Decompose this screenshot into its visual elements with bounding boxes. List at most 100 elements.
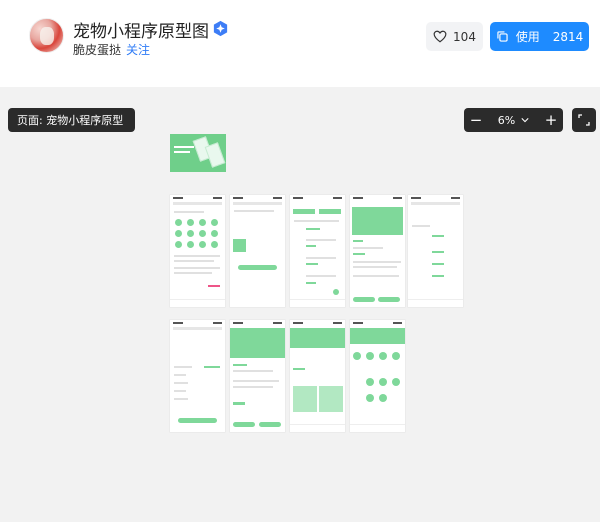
prototype-screen-services[interactable] <box>350 320 405 432</box>
header-block <box>350 328 405 344</box>
heart-icon <box>433 30 447 43</box>
tab-bar <box>290 299 345 307</box>
service-icon <box>366 352 374 360</box>
prototype-screen-mall[interactable] <box>290 320 345 432</box>
service-icon <box>379 352 387 360</box>
status-bar <box>230 195 285 200</box>
cover-text-line <box>174 151 190 153</box>
service-icon <box>353 352 361 360</box>
text-line <box>174 382 188 384</box>
text-line <box>233 370 273 372</box>
author-name[interactable]: 脆皮蛋挞 <box>73 41 121 58</box>
prototype-screen-list[interactable] <box>290 195 345 307</box>
fullscreen-button[interactable] <box>572 108 596 132</box>
status-bar <box>170 320 225 325</box>
green-line <box>353 240 363 242</box>
banner-image <box>352 207 403 235</box>
service-icon <box>392 352 400 360</box>
category-icon <box>175 241 182 248</box>
tab-bar <box>408 299 463 307</box>
text-line <box>174 272 212 274</box>
product-card <box>319 386 343 412</box>
prototype-screen-upload[interactable] <box>230 195 285 307</box>
filter-tab <box>293 209 315 214</box>
zoom-out-button[interactable]: − <box>464 108 488 132</box>
text-line <box>306 275 336 277</box>
primary-button <box>353 297 375 302</box>
product-card <box>293 386 317 412</box>
category-icon <box>187 219 194 226</box>
page-selector[interactable]: 页面: 宠物小程序原型 <box>8 108 135 132</box>
prototype-screen-detail[interactable] <box>350 195 405 307</box>
category-icon <box>175 230 182 237</box>
fullscreen-icon <box>578 114 590 126</box>
text-line <box>233 380 279 382</box>
text-line <box>353 261 401 263</box>
green-line <box>204 366 220 368</box>
green-line <box>432 263 444 265</box>
primary-button <box>233 422 255 427</box>
page-title: 宠物小程序原型图 <box>73 22 209 42</box>
use-button[interactable]: 使用 2814 <box>490 22 589 51</box>
green-line <box>306 282 316 284</box>
tab-bar <box>170 299 225 307</box>
service-icon <box>379 394 387 402</box>
text-line <box>174 211 204 213</box>
nav-bar <box>173 327 222 330</box>
status-bar <box>290 195 345 200</box>
service-icon <box>366 378 374 386</box>
text-line <box>353 275 399 277</box>
text-line <box>306 257 336 259</box>
category-icon <box>187 241 194 248</box>
follow-link[interactable]: 关注 <box>126 41 150 58</box>
filter-tab <box>319 209 341 214</box>
prototype-screen-profile[interactable] <box>170 320 225 432</box>
prototype-screen-shop[interactable] <box>230 320 285 432</box>
cover-thumbnail[interactable] <box>170 134 226 172</box>
nav-bar <box>173 202 222 205</box>
text-line <box>294 220 339 222</box>
zoom-in-button[interactable]: + <box>539 108 563 132</box>
service-icon <box>379 378 387 386</box>
status-bar <box>230 320 285 325</box>
like-button[interactable]: 104 <box>426 22 483 51</box>
category-icon <box>175 219 182 226</box>
use-count: 2814 <box>552 29 584 44</box>
text-line <box>174 374 186 376</box>
text-line <box>174 255 220 257</box>
service-icon <box>366 394 374 402</box>
category-icon <box>199 241 206 248</box>
text-line <box>174 398 188 400</box>
green-line <box>306 263 318 265</box>
green-line <box>432 235 444 237</box>
status-bar <box>170 195 225 200</box>
copy-icon <box>497 31 508 42</box>
green-line <box>432 275 444 277</box>
category-icon <box>199 230 206 237</box>
image-placeholder <box>233 239 246 252</box>
like-count: 104 <box>453 29 476 44</box>
zoom-value: 6% <box>497 113 516 127</box>
chevron-down-icon <box>521 118 529 123</box>
verified-badge-icon <box>213 20 228 37</box>
text-line <box>306 239 336 241</box>
status-bar <box>350 320 405 325</box>
text-line <box>353 247 383 249</box>
primary-button <box>178 418 217 423</box>
avatar[interactable] <box>29 18 64 53</box>
category-icon <box>199 219 206 226</box>
primary-button <box>238 265 277 270</box>
category-icon <box>211 230 218 237</box>
tab-bar <box>350 424 405 432</box>
text-line <box>234 210 274 212</box>
top-header: 宠物小程序原型图 脆皮蛋挞 关注 104 使用 2814 <box>0 0 600 87</box>
prototype-screen-orders[interactable] <box>408 195 463 307</box>
text-line <box>174 390 186 392</box>
service-icon <box>392 378 400 386</box>
category-icon <box>187 230 194 237</box>
banner-image <box>290 328 345 348</box>
nav-bar <box>411 202 460 205</box>
category-icon <box>211 219 218 226</box>
prototype-screen-home[interactable] <box>170 195 225 307</box>
zoom-level-dropdown[interactable]: 6% <box>488 114 539 127</box>
